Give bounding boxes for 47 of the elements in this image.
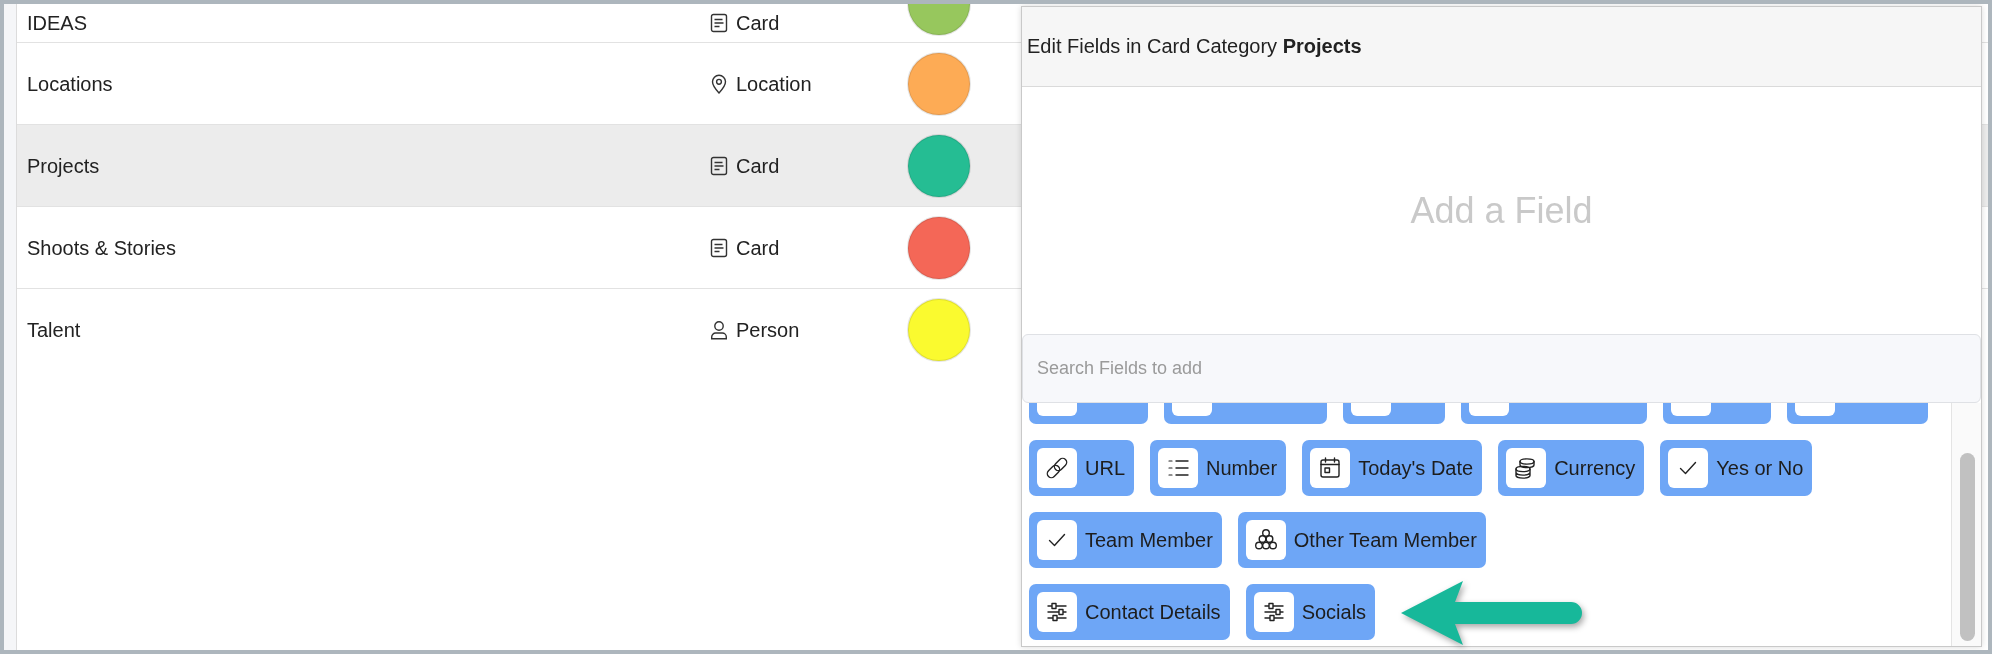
category-name: Projects [27,153,101,178]
field-chip[interactable] [1787,403,1928,424]
location-pin-icon [710,73,728,94]
list-icon [1158,448,1198,488]
tile-icon [1037,403,1077,416]
tile-icon [1795,403,1835,416]
check-icon [1668,448,1709,488]
tile-icon [1671,403,1711,416]
field-chip[interactable]: Socials [1245,584,1376,640]
search-field[interactable]: Search Fields to add [1022,334,1981,403]
field-chip[interactable]: Today's Date [1302,440,1483,496]
field-chip[interactable] [1343,403,1445,424]
category-name: Shoots & Stories [27,235,177,260]
scrollbar-thumb[interactable] [1960,453,1975,641]
sliders-icon [1253,592,1294,632]
field-chip[interactable]: Team Member [1029,512,1222,568]
field-chip[interactable]: Currency [1498,440,1645,496]
calendar-icon [1310,448,1351,488]
document-icon [710,237,728,258]
field-chip[interactable] [1663,403,1771,424]
check-icon [1037,520,1077,560]
field-chip[interactable]: Contact Details [1029,584,1230,640]
person-icon [710,320,728,340]
category-name: IDEAS [27,11,89,35]
tile-icon [1469,403,1509,416]
field-chip[interactable]: Yes or No [1660,440,1813,496]
field-chip[interactable] [1029,403,1148,424]
coins-icon [1506,448,1547,488]
field-chip[interactable]: URL [1029,440,1134,496]
category-type: Card [736,153,780,178]
category-type: Card [736,235,780,260]
circles-cluster-icon [1245,520,1286,560]
document-icon [710,155,728,176]
link-icon [1037,448,1077,488]
field-chip[interactable]: Number [1150,440,1287,496]
category-type: Person [736,318,800,342]
sliders-icon [1037,592,1077,632]
document-icon [710,13,728,33]
category-type: Card [736,11,780,35]
category-type: Location [736,71,812,96]
field-chip[interactable] [1461,403,1647,424]
tile-icon [1351,403,1391,416]
field-chip[interactable] [1164,403,1327,424]
category-name: Talent [27,318,82,342]
field-chip[interactable]: Other Team Member [1237,512,1486,568]
tile-icon [1172,403,1212,416]
category-name: Locations [27,71,114,96]
